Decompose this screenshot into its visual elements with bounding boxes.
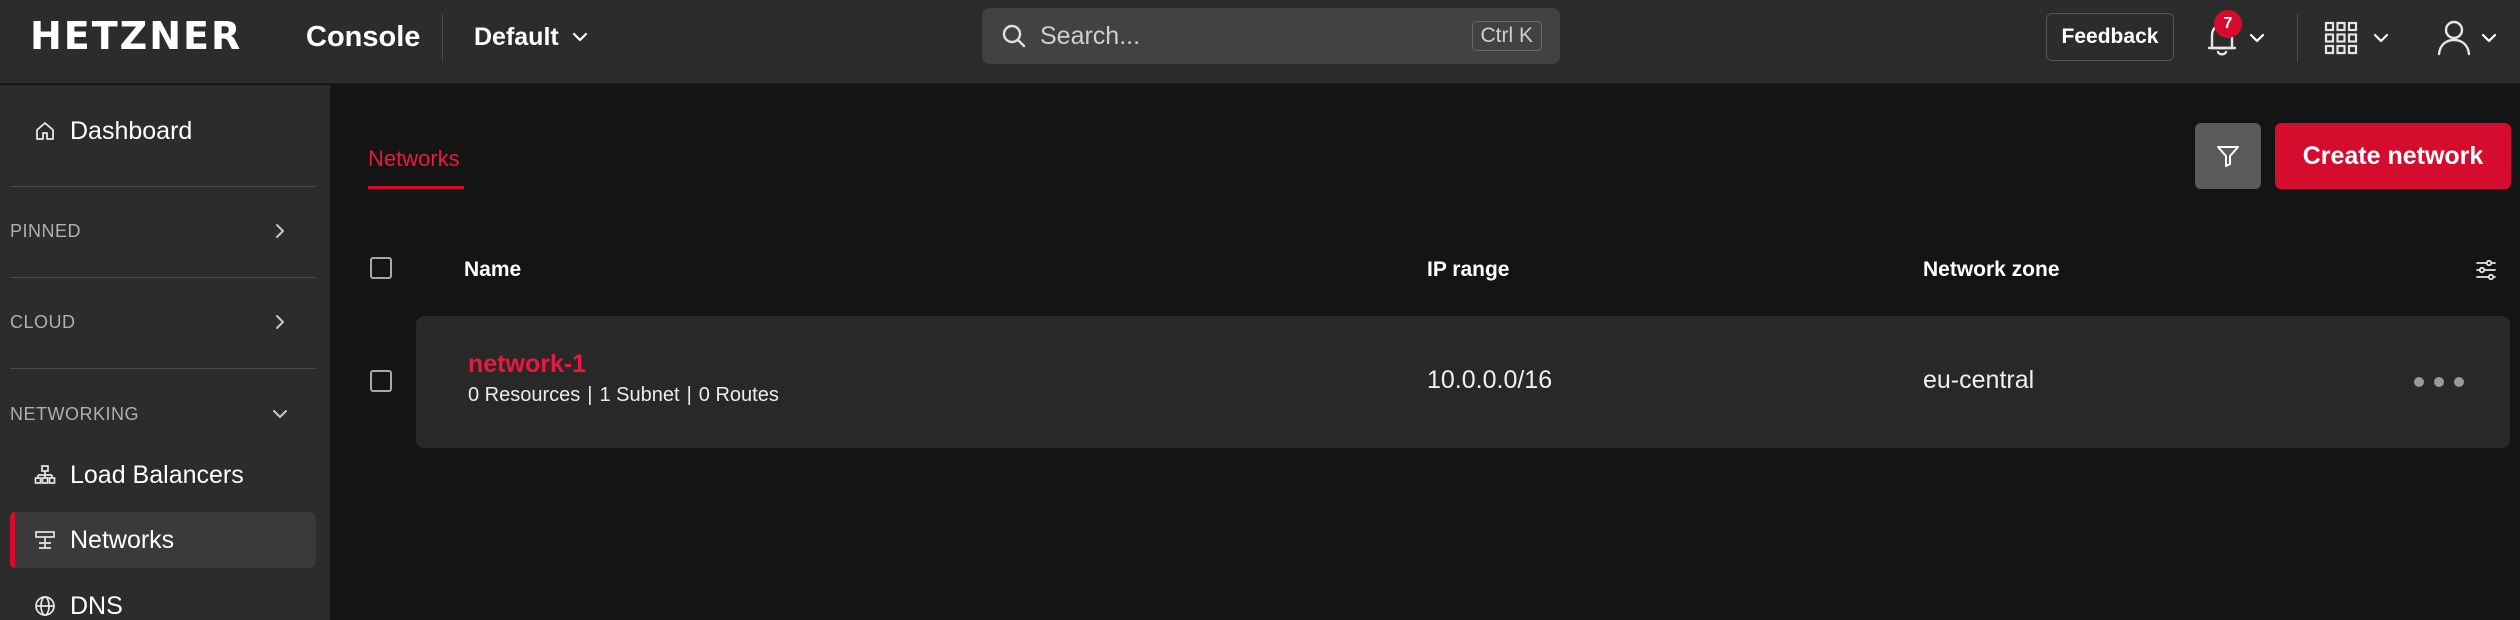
search-input[interactable] (1040, 18, 1420, 54)
divider (10, 368, 316, 369)
search-shortcut: Ctrl K (1471, 21, 1542, 51)
row-actions-button[interactable] (2414, 368, 2464, 396)
sidebar-item-label: DNS (70, 591, 123, 620)
top-bar: HETZNER Console Default Ctrl K Feedback … (0, 0, 2520, 84)
console-label: Console (306, 21, 421, 53)
apps-menu-button[interactable] (2322, 18, 2392, 58)
search-bar[interactable]: Ctrl K (982, 8, 1560, 64)
project-selector[interactable]: Default (474, 20, 589, 54)
section-label: PINNED (10, 220, 82, 241)
sidebar-section-cloud[interactable]: CLOUD (10, 302, 316, 342)
row-checkbox[interactable] (370, 370, 392, 392)
more-dot (2414, 377, 2424, 387)
sidebar: Dashboard PINNED CLOUD NETWORKING Load B… (0, 85, 330, 620)
active-tab-indicator (368, 186, 464, 189)
home-icon (36, 122, 54, 140)
load-balancer-icon (34, 465, 56, 484)
sidebar-section-networking[interactable]: NETWORKING (10, 394, 316, 434)
user-menu-button[interactable] (2430, 16, 2510, 60)
search-icon (1002, 24, 1026, 48)
sidebar-item-label: Load Balancers (70, 460, 244, 489)
network-icon (35, 531, 55, 549)
network-zone-value: eu-central (1923, 366, 2035, 394)
sidebar-item-label: Dashboard (70, 116, 193, 145)
hetzner-logo[interactable]: HETZNER (30, 14, 243, 58)
resources-count: 0 Resources (468, 384, 581, 406)
column-settings-icon[interactable] (2474, 258, 2498, 282)
more-dot (2454, 377, 2464, 387)
tab-label: Networks (368, 146, 460, 171)
chevron-down-icon (2373, 33, 2389, 43)
sidebar-item-load-balancers[interactable]: Load Balancers (10, 447, 316, 503)
ip-range-value: 10.0.0.0/16 (1427, 366, 1553, 394)
chevron-down-icon (2249, 33, 2265, 43)
sidebar-item-dashboard[interactable]: Dashboard (10, 103, 316, 159)
globe-icon (35, 596, 55, 616)
divider (10, 186, 316, 187)
sidebar-item-networks[interactable]: Networks (10, 512, 316, 568)
chevron-down-icon (572, 32, 587, 42)
user-icon (2437, 20, 2471, 56)
more-dot (2434, 377, 2444, 387)
chevron-down-icon (2481, 33, 2497, 43)
separator: | (686, 384, 692, 406)
divider (2297, 14, 2298, 62)
filter-button[interactable] (2195, 123, 2261, 189)
divider (10, 277, 316, 278)
feedback-button[interactable]: Feedback (2046, 13, 2174, 61)
notification-badge: 7 (2214, 10, 2242, 38)
sidebar-item-dns[interactable]: DNS (10, 578, 316, 620)
select-all-checkbox[interactable] (370, 257, 392, 279)
section-label: NETWORKING (10, 403, 139, 424)
chevron-right-icon (276, 315, 284, 329)
separator: | (587, 384, 593, 406)
chevron-down-icon (273, 410, 287, 418)
divider (442, 14, 443, 62)
chevron-right-icon (276, 224, 284, 238)
create-network-button[interactable]: Create network (2275, 123, 2511, 189)
column-header-network-zone[interactable]: Network zone (1923, 258, 2060, 282)
network-summary: 0 Resources | 1 Subnet | 0 Routes (468, 384, 779, 407)
sidebar-section-pinned[interactable]: PINNED (10, 211, 316, 251)
network-name-link[interactable]: network-1 (468, 350, 586, 379)
project-name: Default (474, 22, 559, 51)
tab-networks[interactable]: Networks (368, 146, 460, 190)
filter-icon (2217, 146, 2239, 167)
logo-text: HETZNER (30, 14, 243, 58)
column-header-ip-range[interactable]: IP range (1427, 258, 1509, 282)
section-label: CLOUD (10, 311, 76, 332)
apps-grid-icon (2324, 21, 2358, 55)
column-header-name[interactable]: Name (464, 258, 521, 282)
routes-count: 0 Routes (698, 384, 779, 406)
subnets-count: 1 Subnet (599, 384, 680, 406)
sidebar-item-label: Networks (70, 525, 175, 554)
